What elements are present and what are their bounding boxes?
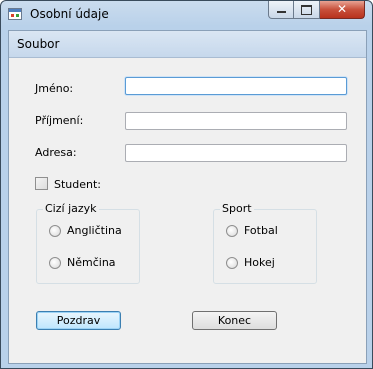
language-group-title: Cizí jazyk <box>43 202 99 215</box>
sport-groupbox: Sport Fotbal Hokej <box>213 202 317 284</box>
english-label: Angličtina <box>67 224 122 237</box>
student-checkbox[interactable] <box>35 177 48 190</box>
german-radio[interactable] <box>49 257 61 269</box>
close-button[interactable]: ✕ <box>320 1 365 19</box>
football-label: Fotbal <box>244 224 278 237</box>
hockey-label: Hokej <box>244 256 275 269</box>
address-label: Adresa: <box>35 146 77 159</box>
name-field[interactable] <box>125 77 347 95</box>
form-client-area: Soubor Jméno: Příjmení: Adresa: Student:… <box>8 30 367 364</box>
app-window: Osobní údaje ✕ Soubor Jméno: Příjmení: A… <box>0 0 373 369</box>
surname-field[interactable] <box>125 112 347 130</box>
english-radio[interactable] <box>49 225 61 237</box>
menu-bar: Soubor <box>9 31 366 58</box>
student-label: Student: <box>54 178 102 191</box>
end-button[interactable]: Konec <box>192 311 277 330</box>
form-app-icon <box>8 8 22 20</box>
hockey-radio[interactable] <box>226 257 238 269</box>
german-label: Němčina <box>67 256 116 269</box>
caption-buttons: ✕ <box>268 1 365 21</box>
surname-label: Příjmení: <box>35 114 84 127</box>
name-label: Jméno: <box>35 82 74 95</box>
menu-item-file[interactable]: Soubor <box>17 37 59 51</box>
title-bar[interactable]: Osobní údaje ✕ <box>1 1 372 28</box>
maximize-icon <box>301 5 312 15</box>
minimize-icon <box>277 11 286 13</box>
close-icon: ✕ <box>336 2 348 16</box>
window-title: Osobní údaje <box>30 7 109 21</box>
language-groupbox: Cizí jazyk Angličtina Němčina <box>36 202 140 284</box>
sport-group-title: Sport <box>220 202 254 215</box>
football-radio[interactable] <box>226 225 238 237</box>
address-field[interactable] <box>125 144 347 162</box>
greet-button[interactable]: Pozdrav <box>36 311 121 330</box>
minimize-button[interactable] <box>268 1 294 19</box>
maximize-button[interactable] <box>294 1 320 19</box>
